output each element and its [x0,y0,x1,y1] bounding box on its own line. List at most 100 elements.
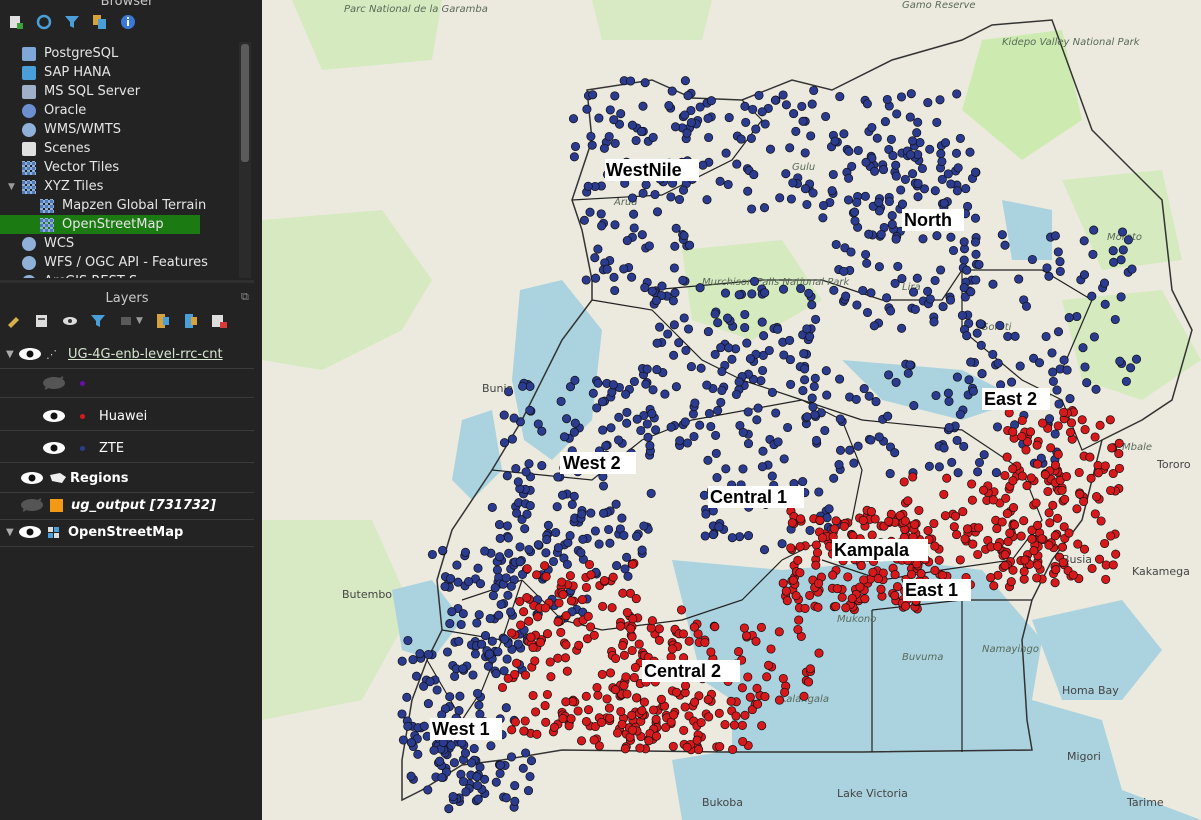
place-label: Butembo [342,588,392,601]
browser-scrollbar[interactable] [239,42,251,278]
place-label: Murchison Falls National Park [702,277,850,288]
dropdown-arrow-icon[interactable]: ▼ [136,316,143,326]
layer-row-regions[interactable]: Regions [0,464,254,493]
site-point [968,539,978,549]
eye-icon[interactable] [20,471,44,485]
legend-row-huawei[interactable]: Huawei [0,402,254,431]
visibility-icon[interactable] [62,313,78,329]
site-point [713,405,723,416]
browser-item[interactable]: ▼ XYZ Tiles [8,177,103,196]
browser-item[interactable]: WCS [22,234,74,253]
site-point [621,389,631,399]
layer-name[interactable]: OpenStreetMap [68,525,183,540]
site-point [802,199,812,210]
panel-divider[interactable] [0,280,254,283]
collapse-all-icon[interactable] [92,14,108,30]
layer-row-ug-output[interactable]: ug_output [731732] [0,491,254,520]
layer-row-enb[interactable]: ▼ ⋰ UG-4G-enb-level-rrc-cnt [0,340,254,369]
add-group-icon[interactable] [34,313,50,329]
site-point [726,696,736,706]
eye-hidden-icon[interactable] [42,376,66,390]
site-point [1000,550,1010,560]
layer-name[interactable]: UG-4G-enb-level-rrc-cnt [68,347,223,362]
eye-icon[interactable] [18,525,42,539]
browser-item-label: Scenes [44,141,91,156]
layer-name[interactable]: Regions [70,471,129,486]
site-point [1054,399,1064,409]
site-point [710,349,720,359]
site-point [1126,363,1136,373]
site-point [668,741,678,751]
eye-icon[interactable] [42,441,66,455]
float-panel-icon[interactable]: ⧉ [241,290,249,304]
expand-arrow-icon[interactable]: ▼ [8,182,15,192]
browser-item[interactable]: PostgreSQL [22,44,118,63]
browser-item[interactable]: Oracle [22,101,86,120]
site-point [679,725,689,735]
expand-all-icon[interactable] [155,313,171,329]
site-point [989,581,999,591]
browser-item[interactable]: ArcGIS REST S... [22,272,150,278]
site-point [611,653,621,664]
eye-hidden-icon[interactable] [20,498,44,512]
site-point [1006,577,1016,587]
site-point [1053,327,1064,337]
site-point [1008,565,1018,575]
browser-item[interactable]: WMS/WMTS [22,120,121,139]
expression-filter-icon[interactable] [118,313,134,329]
browser-item[interactable]: OpenStreetMap [0,215,200,234]
remove-layer-icon[interactable] [211,313,227,329]
site-point [537,426,547,436]
site-point [647,286,657,296]
eye-icon[interactable] [42,409,66,423]
style-icon[interactable] [6,313,22,329]
eye-icon[interactable] [18,347,42,361]
site-point [627,272,637,282]
scrollbar-thumb[interactable] [241,44,249,162]
browser-item[interactable]: Vector Tiles [22,158,119,177]
legend-row-purple[interactable] [0,369,254,398]
site-point [486,741,496,751]
site-point [593,690,603,700]
site-point [495,768,505,779]
site-point [679,231,689,241]
layer-row-osm[interactable]: ▼ OpenStreetMap [0,518,254,547]
map-canvas[interactable]: Bunia Butembo Lake Victoria Kakamega Bus… [262,0,1201,820]
site-point [648,132,658,142]
site-point [1072,311,1082,322]
site-point [1003,537,1013,547]
browser-item[interactable]: Mapzen Global Terrain [40,196,206,215]
legend-row-zte[interactable]: ZTE [0,434,254,463]
place-label: Gulu [792,162,815,173]
collapse-layers-icon[interactable] [183,313,199,329]
site-point [607,387,617,397]
refresh-icon[interactable] [36,14,52,30]
browser-item[interactable]: WFS / OGC API - Features [22,253,208,272]
browser-item[interactable]: MS SQL Server [22,82,140,101]
site-point [1010,331,1020,341]
site-point [477,639,487,649]
site-point [589,735,599,745]
place-label: Bukoba [702,796,743,809]
layer-name[interactable]: ug_output [731732] [71,498,216,513]
add-layer-icon[interactable] [8,14,24,30]
filter-icon[interactable] [64,14,80,30]
site-point [1073,539,1083,549]
info-icon[interactable] [120,14,136,30]
site-point [1064,313,1074,323]
site-point [912,128,922,138]
browser-item[interactable]: Scenes [22,139,90,158]
expand-arrow-icon[interactable]: ▼ [6,349,18,360]
site-point [1042,263,1052,273]
site-point [852,300,862,310]
site-point [680,76,690,86]
expand-arrow-icon[interactable]: ▼ [6,527,18,538]
site-point [1065,427,1076,437]
browser-item[interactable]: SAP HANA [22,63,111,82]
site-point [581,275,591,285]
site-point [800,148,810,158]
site-point [627,645,637,656]
site-point [683,91,693,101]
site-point [950,511,961,521]
filter-legend-icon[interactable] [90,313,106,329]
